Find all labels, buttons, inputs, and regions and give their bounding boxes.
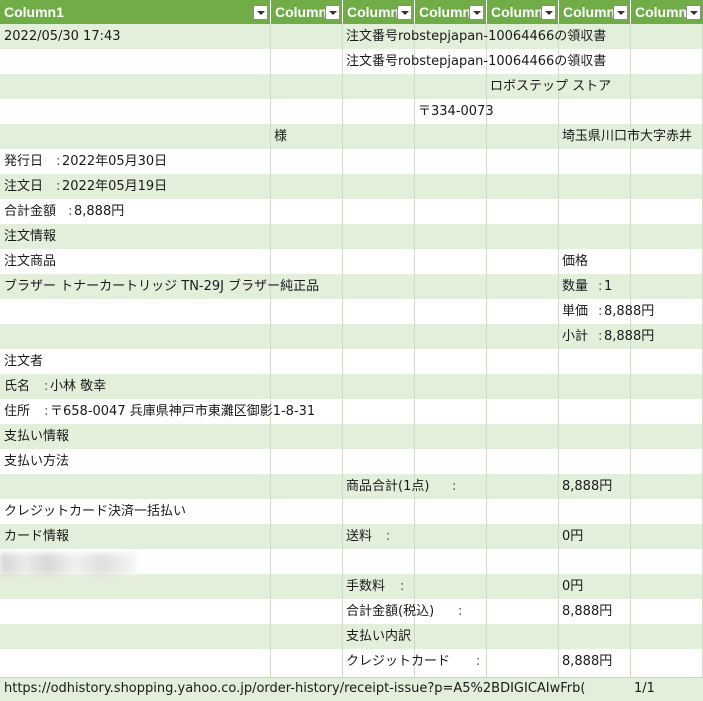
column-header-label: Column	[275, 4, 328, 20]
cell-label-unit-price[interactable]: 単価	[562, 299, 588, 324]
column-header-label: Column	[635, 4, 688, 20]
cell-store-address[interactable]: 埼玉県川口市大字赤井	[562, 124, 703, 149]
column-header-label: Column	[491, 4, 544, 20]
column-header-6[interactable]: Column	[559, 0, 631, 24]
cell-subtotal[interactable]: 8,888円	[604, 324, 654, 349]
cell-receipt-title[interactable]: 注文番号robstepjapan-10064466の領収書	[346, 49, 701, 74]
separator-mark: :	[598, 329, 603, 344]
table-row[interactable]	[0, 424, 703, 449]
cell-label-shipping[interactable]: 送料	[346, 524, 372, 549]
table-row[interactable]	[0, 449, 703, 474]
separator-mark: :	[400, 579, 405, 594]
cell-label-payment-breakdown[interactable]: 支払い内訳	[346, 624, 411, 649]
cell-label-fee[interactable]: 手数料	[346, 574, 385, 599]
column-header-label: Column	[347, 4, 400, 20]
separator-mark: :	[56, 179, 61, 194]
table-row[interactable]	[0, 249, 703, 274]
cell-store-name[interactable]: ロボステップ ストア	[490, 74, 611, 99]
column-gridline	[414, 24, 415, 677]
table-row[interactable]	[0, 224, 703, 249]
cell-shipping[interactable]: 0円	[562, 524, 583, 549]
cell-label-name[interactable]: 氏名	[4, 374, 30, 399]
cell-quantity[interactable]: 1	[604, 274, 612, 299]
cell-label-items-total[interactable]: 商品合計(1点)	[346, 474, 429, 499]
filter-dropdown-icon[interactable]	[397, 5, 412, 20]
cell-order-date[interactable]: 2022年05月19日	[62, 174, 167, 199]
separator-mark: :	[44, 404, 49, 419]
column-gridline	[270, 24, 271, 677]
separator-mark: :	[598, 279, 603, 294]
column-header-label: Column	[419, 4, 472, 20]
column-gridline	[558, 24, 559, 677]
table-row[interactable]	[0, 99, 703, 124]
footer-row[interactable]: https://odhistory.shopping.yahoo.co.jp/o…	[0, 677, 703, 701]
cell-label-card-info[interactable]: カード情報	[4, 524, 69, 549]
cell-section-payment-info[interactable]: 支払い情報	[4, 424, 69, 449]
column-header-label: Column1	[4, 4, 64, 20]
cell-issue-date[interactable]: 2022年05月30日	[62, 149, 167, 174]
cell-label-grand-total[interactable]: 合計金額(税込)	[346, 599, 434, 624]
filter-dropdown-icon[interactable]	[325, 5, 340, 20]
cell-receipt-title[interactable]: 注文番号robstepjapan-10064466の領収書	[346, 24, 701, 49]
column-header-label: Column	[563, 4, 616, 20]
cell-label-credit-card[interactable]: クレジットカード	[346, 649, 450, 674]
filter-dropdown-icon[interactable]	[253, 5, 268, 20]
separator-mark: :	[598, 304, 603, 319]
cell-label-price[interactable]: 価格	[562, 249, 588, 274]
spreadsheet: Column1 Column Column Column Column Colu…	[0, 0, 703, 701]
column-header-3[interactable]: Column	[343, 0, 415, 24]
footer-page-number: 1/1	[634, 681, 655, 696]
cell-label-quantity[interactable]: 数量	[562, 274, 588, 299]
cell-label-address[interactable]: 住所	[4, 399, 30, 424]
column-header-4[interactable]: Column	[415, 0, 487, 24]
column-header-5[interactable]: Column	[487, 0, 559, 24]
table-row[interactable]	[0, 349, 703, 374]
column-header-7[interactable]: Column	[631, 0, 703, 24]
cell-section-order-info[interactable]: 注文情報	[4, 224, 56, 249]
cell-unit-price[interactable]: 8,888円	[604, 299, 654, 324]
cell-section-orderer[interactable]: 注文者	[4, 349, 43, 374]
cell-items-total[interactable]: 8,888円	[562, 474, 612, 499]
cell-label-payment-method[interactable]: 支払い方法	[4, 449, 69, 474]
cell-label-subtotal[interactable]: 小計	[562, 324, 588, 349]
column-header-1[interactable]: Column1	[0, 0, 271, 24]
filter-dropdown-icon[interactable]	[613, 5, 628, 20]
cell-total[interactable]: 8,888円	[74, 199, 124, 224]
separator-mark: :	[68, 204, 73, 219]
redacted-card-number	[0, 553, 137, 575]
cell-label-total[interactable]: 合計金額	[4, 199, 56, 224]
cell-label-order-date[interactable]: 注文日	[4, 174, 43, 199]
separator-mark: :	[44, 379, 49, 394]
cell-customer-name[interactable]: 小林 敬幸	[50, 374, 106, 399]
separator-mark: :	[458, 604, 463, 619]
cell-honorific[interactable]: 様	[274, 124, 287, 149]
filter-dropdown-icon[interactable]	[469, 5, 484, 20]
separator-mark: :	[476, 654, 481, 669]
column-gridline	[342, 24, 343, 677]
cell-product-name[interactable]: ブラザー トナーカートリッジ TN-29J ブラザー純正品	[4, 274, 554, 299]
column-gridline	[630, 24, 631, 677]
cell-fee[interactable]: 0円	[562, 574, 583, 599]
cell-payment-type[interactable]: クレジットカード決済一括払い	[4, 499, 186, 524]
cell-datetime[interactable]: 2022/05/30 17:43	[4, 24, 121, 49]
filter-dropdown-icon[interactable]	[686, 5, 701, 20]
cell-label-order-item[interactable]: 注文商品	[4, 249, 56, 274]
column-header-2[interactable]: Column	[271, 0, 343, 24]
cell-grand-total[interactable]: 8,888円	[562, 599, 612, 624]
filter-dropdown-icon[interactable]	[541, 5, 556, 20]
cell-label-issue-date[interactable]: 発行日	[4, 149, 43, 174]
separator-mark: :	[386, 529, 391, 544]
separator-mark: :	[56, 154, 61, 169]
cell-customer-address[interactable]: 〒658-0047 兵庫県神戸市東灘区御影1-8-31	[50, 399, 342, 424]
table-header-row: Column1 Column Column Column Column Colu…	[0, 0, 703, 24]
cell-credit-card-amount[interactable]: 8,888円	[562, 649, 612, 674]
separator-mark: :	[452, 479, 457, 494]
footer-url[interactable]: https://odhistory.shopping.yahoo.co.jp/o…	[4, 681, 585, 696]
cell-postal-code[interactable]: 〒334-0073	[418, 99, 494, 124]
